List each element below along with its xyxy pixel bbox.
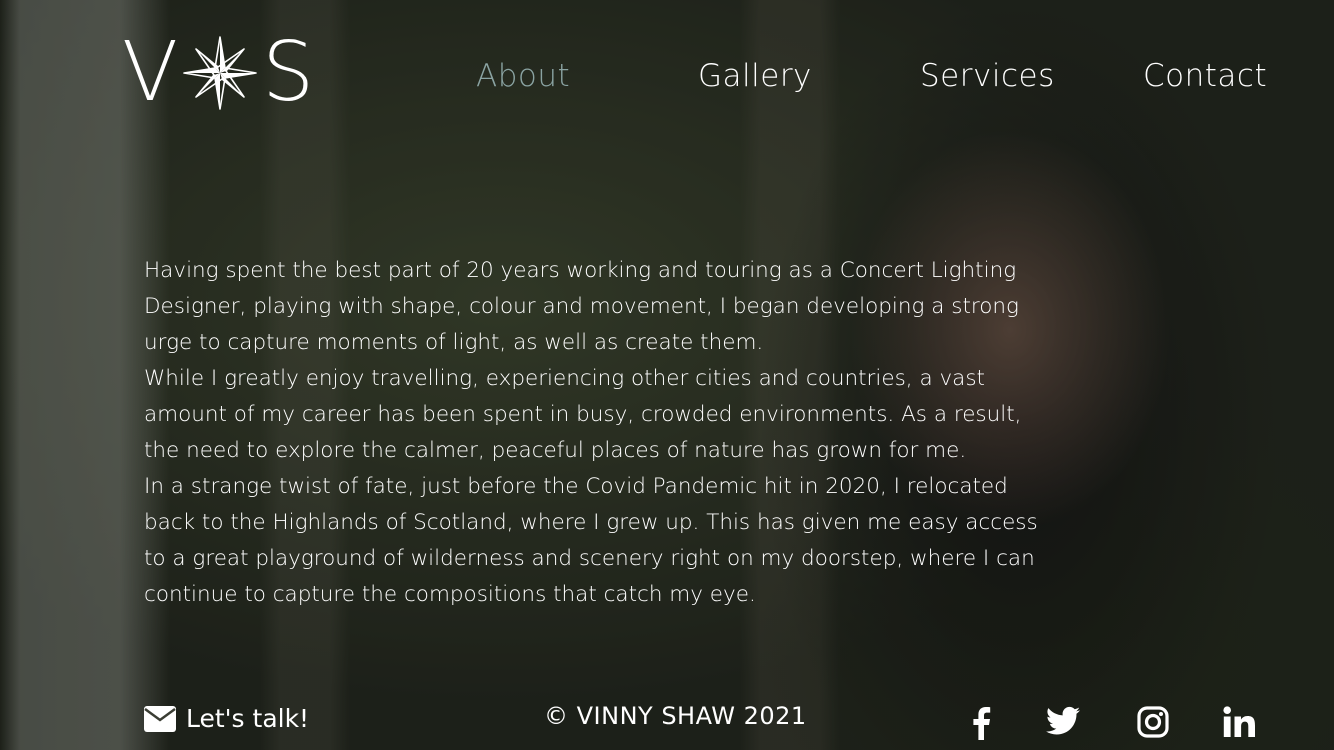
about-paragraph: In a strange twist of fate, just before … (144, 474, 1038, 607)
instagram-link[interactable] (1137, 706, 1169, 742)
about-paragraph: While I greatly enjoy travelling, experi… (144, 366, 1022, 463)
main-nav: About Gallery Services Contact (0, 58, 1334, 102)
facebook-link[interactable] (970, 706, 992, 744)
site-header: V S About Gallery Services Contact (0, 0, 1334, 150)
nav-item-services[interactable]: Services (920, 58, 1055, 94)
lets-talk-link[interactable]: Let's talk! (144, 704, 309, 733)
nav-item-contact[interactable]: Contact (1143, 58, 1267, 94)
linkedin-link[interactable] (1223, 706, 1255, 742)
twitter-icon (1046, 706, 1080, 735)
nav-item-gallery[interactable]: Gallery (698, 58, 812, 94)
nav-item-about[interactable]: About (476, 58, 570, 94)
site-footer: Let's talk! © VINNY SHAW 2021 (0, 690, 1334, 750)
about-paragraph: Having spent the best part of 20 years w… (144, 258, 1019, 355)
facebook-icon (973, 707, 991, 740)
copyright-text: © VINNY SHAW 2021 (544, 702, 807, 730)
envelope-icon (144, 705, 176, 732)
about-content: Having spent the best part of 20 years w… (144, 253, 1044, 613)
lets-talk-label: Let's talk! (186, 704, 310, 733)
twitter-link[interactable] (1046, 706, 1080, 740)
instagram-icon (1137, 706, 1169, 738)
linkedin-icon (1223, 706, 1255, 737)
